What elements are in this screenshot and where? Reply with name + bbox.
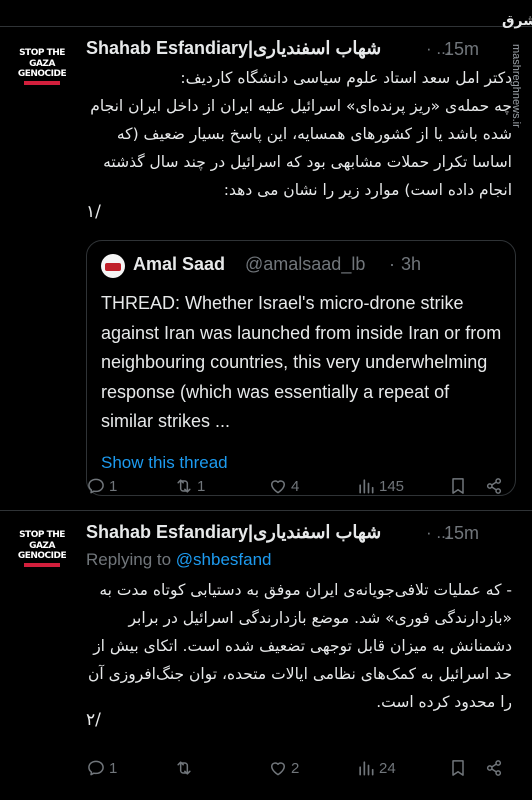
reply-button[interactable]: 1 [86, 474, 117, 498]
avatar-text: GENOCIDE [17, 69, 67, 79]
bookmark-button[interactable] [448, 474, 468, 498]
retweet-icon [177, 761, 191, 775]
views-icon [359, 761, 374, 776]
avatar-text: STOP THE [19, 48, 65, 58]
share-button[interactable] [484, 474, 504, 498]
quoted-tweet[interactable]: Amal Saad @amalsaad_lb · 3h THREAD: Whet… [86, 240, 516, 496]
quote-display-name[interactable]: Amal Saad [133, 254, 225, 275]
replying-prefix: Replying to [86, 550, 172, 569]
replying-to: Replying to @shbesfand [86, 550, 272, 570]
views-button[interactable]: 145 [356, 474, 404, 498]
avatar-bar [24, 81, 60, 85]
reply-count: 1 [109, 759, 118, 777]
avatar[interactable]: STOP THE GAZA GENOCIDE [12, 520, 72, 580]
like-icon [271, 762, 285, 776]
tweet-header: Shahab Esfandiary|شهاب اسفندیاری · ... 1… [86, 38, 522, 62]
watermark-url: mashreghnews.ir [510, 44, 522, 128]
retweet-icon [177, 479, 191, 493]
bookmark-button[interactable] [448, 756, 468, 780]
timeline: STOP THE GAZA GENOCIDE Shahab Esfandiary… [0, 0, 532, 800]
avatar-text: STOP THE [19, 530, 65, 540]
thread-marker: ۲/ [86, 710, 101, 730]
action-bar: 1 1 4 145 [86, 474, 516, 498]
reply-button[interactable]: 1 [86, 756, 117, 780]
tweet-text: - که عملیات تلافی‌جویانه‌ی ایران موفق به… [87, 581, 512, 711]
timestamp[interactable]: 15m [444, 39, 479, 60]
tweet-header: Shahab Esfandiary|شهاب اسفندیاری · ... 1… [86, 522, 522, 546]
bookmark-icon [452, 478, 464, 494]
divider [0, 510, 532, 511]
quote-avatar[interactable] [101, 254, 125, 278]
tweet[interactable]: STOP THE GAZA GENOCIDE Shahab Esfandiary… [0, 512, 532, 800]
views-count: 145 [379, 477, 405, 495]
views-button[interactable]: 24 [356, 756, 396, 780]
like-button[interactable]: 2 [268, 756, 299, 780]
avatar[interactable]: STOP THE GAZA GENOCIDE [12, 38, 72, 98]
action-bar: 1 2 24 [86, 756, 516, 780]
quote-separator: · [389, 254, 395, 274]
avatar-text: GAZA [29, 541, 55, 551]
replying-handle[interactable]: @shbesfand [176, 550, 272, 569]
share-button[interactable] [484, 756, 504, 780]
timestamp[interactable]: 15m [444, 523, 479, 544]
reply-icon [88, 478, 104, 494]
avatar-text: GAZA [29, 59, 55, 69]
retweet-button[interactable]: 1 [174, 474, 205, 498]
retweet-button[interactable] [174, 756, 197, 780]
like-button[interactable]: 4 [268, 474, 299, 498]
reply-icon [88, 760, 104, 776]
tweet[interactable]: STOP THE GAZA GENOCIDE Shahab Esfandiary… [0, 30, 532, 510]
display-name[interactable]: Shahab Esfandiary|شهاب اسفندیاری [86, 522, 381, 543]
quote-timestamp[interactable]: 3h [401, 254, 421, 275]
quote-handle[interactable]: @amalsaad_lb [245, 254, 365, 275]
like-count: 2 [291, 759, 300, 777]
display-name[interactable]: Shahab Esfandiary|شهاب اسفندیاری [86, 38, 381, 59]
watermark: مشرق mashreghnews.ir [502, 4, 532, 334]
divider [0, 26, 532, 27]
share-icon [486, 478, 502, 494]
like-count: 4 [291, 477, 300, 495]
avatar-text: GENOCIDE [17, 551, 67, 561]
views-icon [359, 479, 374, 494]
retweet-count: 1 [197, 477, 206, 495]
show-thread-link[interactable]: Show this thread [101, 453, 228, 473]
bookmark-icon [452, 760, 464, 776]
quote-avatar-image [105, 263, 121, 271]
views-count: 24 [379, 759, 396, 777]
watermark-logo: مشرق [502, 13, 532, 29]
tweet-text: دکتر امل سعد استاد علوم سیاسی دانشگاه کا… [90, 69, 512, 199]
share-icon [486, 760, 502, 776]
reply-count: 1 [109, 477, 118, 495]
avatar-bar [24, 563, 60, 567]
quote-text: THREAD: Whether Israel's micro-drone str… [101, 293, 502, 431]
thread-marker: ۱/ [86, 202, 101, 222]
like-icon [271, 480, 285, 494]
